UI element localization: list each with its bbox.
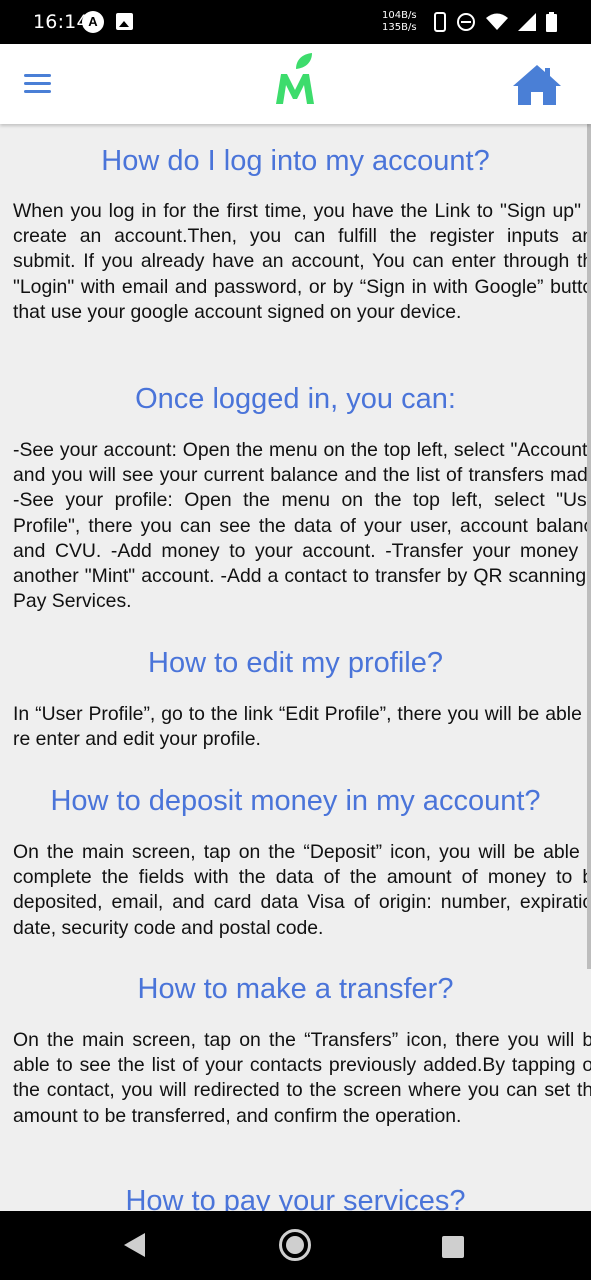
- faq-answer: On the main screen, tap on the “Transfer…: [13, 1029, 591, 1127]
- faq-answer: -See your account: Open the menu on the …: [13, 439, 591, 613]
- dnd-icon: [457, 13, 475, 31]
- signal-icon: [518, 13, 536, 31]
- home-circle-icon[interactable]: [279, 1229, 311, 1261]
- status-bar: 16:14 A 104B/s 135B/s: [0, 0, 591, 44]
- image-icon: [116, 13, 133, 30]
- navigation-bar: [0, 1211, 591, 1280]
- faq-answer: On the main screen, tap on the “Deposit”…: [13, 841, 591, 939]
- phone-icon: [434, 12, 446, 32]
- recents-icon[interactable]: [442, 1236, 464, 1258]
- faq-question: How to edit my profile?: [148, 647, 443, 679]
- app-bar: M: [0, 44, 591, 124]
- screen: 16:14 A 104B/s 135B/s How do I log into …: [0, 0, 591, 1280]
- speed-down: 135B/s: [382, 22, 417, 33]
- a-circle-icon: A: [82, 11, 104, 33]
- faq-content[interactable]: How do I log into my account? When you l…: [0, 124, 591, 1211]
- faq-question: Once logged in, you can:: [135, 383, 456, 415]
- speed-up: 104B/s: [382, 10, 417, 21]
- status-time: 16:14: [33, 11, 89, 33]
- menu-line: [24, 90, 51, 93]
- battery-icon: [546, 12, 557, 32]
- status-icons: [434, 10, 557, 34]
- menu-line: [24, 74, 51, 77]
- faq-answer: In “User Profile”, go to the link “Edit …: [13, 703, 591, 751]
- wifi-icon: [486, 13, 508, 30]
- back-icon[interactable]: [124, 1233, 145, 1257]
- faq-answer: When you log in for the first time, you …: [13, 200, 591, 323]
- faq-question: How to pay your services?: [125, 1185, 466, 1211]
- network-speed: 104B/s 135B/s: [382, 10, 417, 34]
- menu-button[interactable]: [24, 74, 51, 94]
- faq-question: How to make a transfer?: [137, 973, 454, 1005]
- menu-line: [24, 82, 51, 85]
- scrollbar[interactable]: [587, 124, 591, 969]
- mint-logo-icon: M: [276, 53, 314, 104]
- faq-question: How to deposit money in my account?: [50, 785, 541, 817]
- home-icon[interactable]: [512, 64, 562, 106]
- faq-question: How do I log into my account?: [101, 145, 490, 177]
